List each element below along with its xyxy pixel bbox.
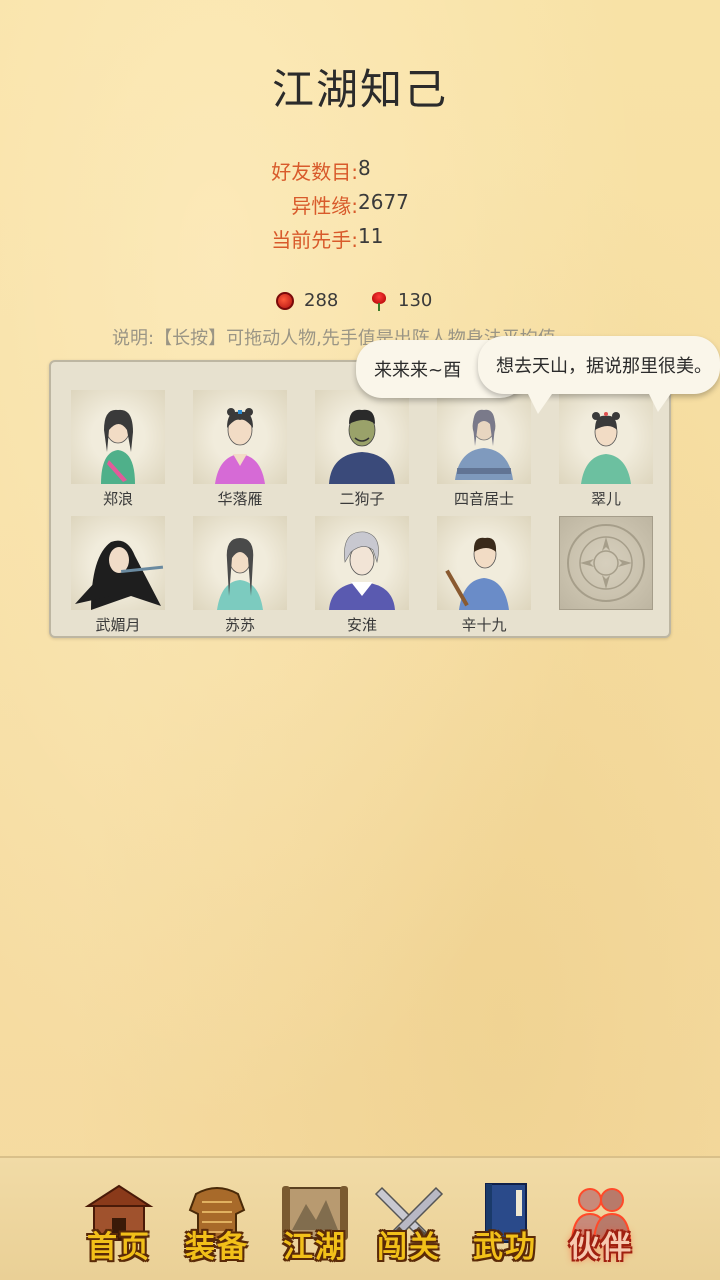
- stat-label: 当前先手:: [271, 228, 358, 252]
- stat-value: 2677: [358, 190, 409, 214]
- rose-value: 130: [398, 290, 433, 311]
- nav-partners[interactable]: 伙伴: [556, 1176, 646, 1266]
- character-card[interactable]: 四音居士: [437, 390, 531, 508]
- character-name: 安淮: [346, 616, 377, 634]
- empty-slot[interactable]: [559, 516, 653, 634]
- coin-value: 288: [304, 290, 339, 311]
- character-card[interactable]: 安淮: [315, 516, 409, 634]
- nav-equipment[interactable]: 装备: [172, 1176, 262, 1266]
- character-card[interactable]: 郑浪: [71, 390, 165, 508]
- character-portrait: [193, 516, 287, 610]
- stat-affinity: 异性缘: 2677: [0, 186, 720, 220]
- character-card[interactable]: 武媚月: [71, 516, 165, 634]
- character-portrait: [71, 390, 165, 484]
- speech-bubble-tail: [648, 392, 672, 412]
- bottom-nav: 首页 装备 江湖 闯关 武功 伙伴: [0, 1156, 720, 1280]
- nav-challenge[interactable]: 闯关: [364, 1176, 454, 1266]
- character-portrait: [315, 516, 409, 610]
- speech-bubble-tail: [528, 394, 552, 414]
- character-card[interactable]: 翠儿: [559, 390, 653, 508]
- character-card[interactable]: 苏苏: [193, 516, 287, 634]
- coin-icon: [276, 291, 294, 310]
- character-portrait: [437, 390, 531, 484]
- page-title: 江湖知己: [271, 65, 448, 114]
- rose-counter: 130: [370, 290, 432, 311]
- character-card[interactable]: 辛十九: [437, 516, 531, 634]
- character-name: 华落雁: [217, 490, 263, 508]
- character-portrait: [315, 390, 409, 484]
- character-grid: 郑浪 华落雁 二狗子 四音居士 翠儿 武媚月 苏苏 安淮 辛十九: [49, 360, 671, 638]
- stat-value: 11: [358, 224, 384, 248]
- stat-label: 异性缘:: [291, 194, 358, 218]
- empty-slot-tile: [559, 516, 653, 610]
- nav-label: 武功: [473, 1230, 537, 1265]
- character-name: 苏苏: [224, 616, 255, 634]
- character-name: 武媚月: [95, 616, 141, 634]
- stat-friend-count: 好友数目: 8: [0, 152, 720, 186]
- speech-bubble-text: 来来来~酉: [374, 360, 462, 381]
- nav-label: 闯关: [377, 1230, 441, 1265]
- character-portrait: [193, 390, 287, 484]
- speech-bubble: 想去天山，据说那里很美。: [478, 336, 720, 394]
- character-portrait: [437, 516, 531, 610]
- stat-initiative: 当前先手: 11: [0, 220, 720, 254]
- nav-jianghu[interactable]: 江湖: [270, 1176, 360, 1266]
- character-portrait: [71, 516, 165, 610]
- nav-home[interactable]: 首页: [74, 1176, 164, 1266]
- nav-label: 江湖: [283, 1230, 347, 1265]
- coin-counter: 288: [276, 290, 338, 311]
- character-portrait: [559, 390, 653, 484]
- nav-label: 装备: [185, 1230, 249, 1265]
- character-name: 辛十九: [461, 616, 507, 634]
- nav-label: 伙伴: [569, 1230, 633, 1265]
- character-name: 郑浪: [102, 490, 133, 508]
- character-card[interactable]: 华落雁: [193, 390, 287, 508]
- rose-icon: [370, 291, 388, 311]
- nav-martial-arts[interactable]: 武功: [460, 1176, 550, 1266]
- medallion-icon: [567, 524, 645, 602]
- stat-value: 8: [358, 156, 371, 180]
- character-card[interactable]: 二狗子: [315, 390, 409, 508]
- stat-label: 好友数目:: [271, 160, 358, 184]
- speech-bubble-text: 想去天山，据说那里很美。: [496, 356, 712, 377]
- character-name: 二狗子: [339, 490, 385, 508]
- nav-label: 首页: [87, 1230, 151, 1265]
- character-name: 四音居士: [453, 490, 514, 508]
- currency-bar: 288 130: [0, 290, 720, 318]
- character-name: 翠儿: [590, 490, 621, 508]
